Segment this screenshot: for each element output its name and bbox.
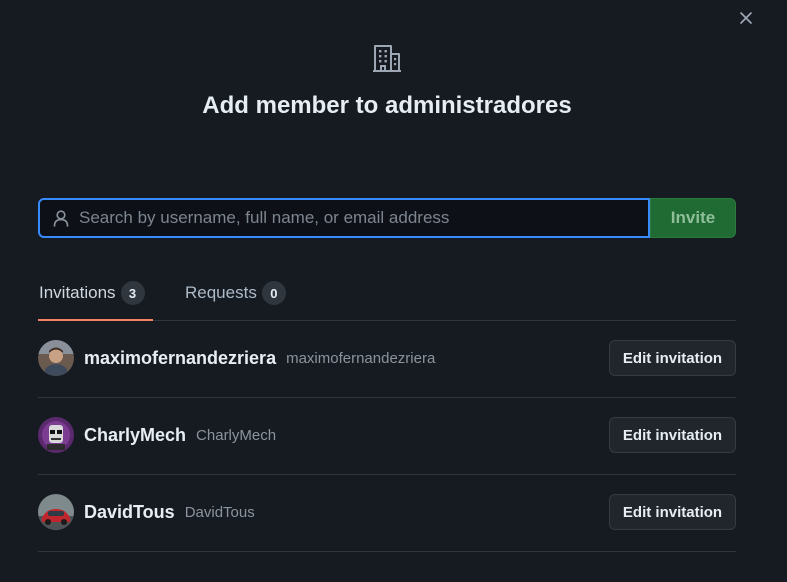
edit-invitation-button[interactable]: Edit invitation bbox=[609, 340, 736, 376]
tab-requests-label: Requests bbox=[185, 283, 257, 302]
search-field[interactable] bbox=[38, 198, 650, 238]
member-name[interactable]: DavidTous bbox=[84, 502, 175, 523]
invitation-row: DavidTous DavidTous Edit invitation bbox=[38, 474, 736, 552]
member-name[interactable]: CharlyMech bbox=[84, 425, 186, 446]
avatar[interactable] bbox=[38, 417, 74, 453]
member-info: maximofernandezriera maximofernandezrier… bbox=[84, 320, 435, 396]
person-icon bbox=[53, 210, 69, 227]
member-login: CharlyMech bbox=[196, 426, 277, 444]
invitations-count-badge: 3 bbox=[120, 281, 145, 305]
tab-invitations-label: Invitations bbox=[39, 283, 116, 302]
tab-requests[interactable]: Requests 0 bbox=[185, 266, 286, 320]
avatar[interactable] bbox=[38, 340, 74, 376]
close-icon bbox=[740, 12, 752, 24]
organization-icon bbox=[373, 45, 401, 72]
avatar[interactable] bbox=[38, 494, 74, 530]
invite-button[interactable]: Invite bbox=[650, 198, 736, 238]
add-member-dialog: Add member to administradores Invite Inv… bbox=[0, 0, 787, 582]
member-name[interactable]: maximofernandezriera bbox=[84, 348, 276, 369]
edit-invitation-button[interactable]: Edit invitation bbox=[609, 417, 736, 453]
edit-invitation-button[interactable]: Edit invitation bbox=[609, 494, 736, 530]
dialog-title: Add member to administradores bbox=[202, 92, 572, 119]
member-login: maximofernandezriera bbox=[286, 349, 436, 367]
invitation-row: maximofernandezriera maximofernandezrier… bbox=[38, 320, 736, 398]
search-input[interactable] bbox=[70, 199, 648, 237]
requests-count-badge: 0 bbox=[261, 281, 286, 305]
member-info: DavidTous DavidTous bbox=[84, 474, 255, 550]
close-button[interactable] bbox=[735, 7, 757, 29]
invitation-row: CharlyMech CharlyMech Edit invitation bbox=[38, 397, 736, 475]
tab-invitations[interactable]: Invitations 3 bbox=[39, 266, 145, 320]
tab-bar: Invitations 3 Requests 0 bbox=[38, 266, 736, 321]
member-login: DavidTous bbox=[184, 503, 255, 521]
member-info: CharlyMech CharlyMech bbox=[84, 397, 276, 473]
